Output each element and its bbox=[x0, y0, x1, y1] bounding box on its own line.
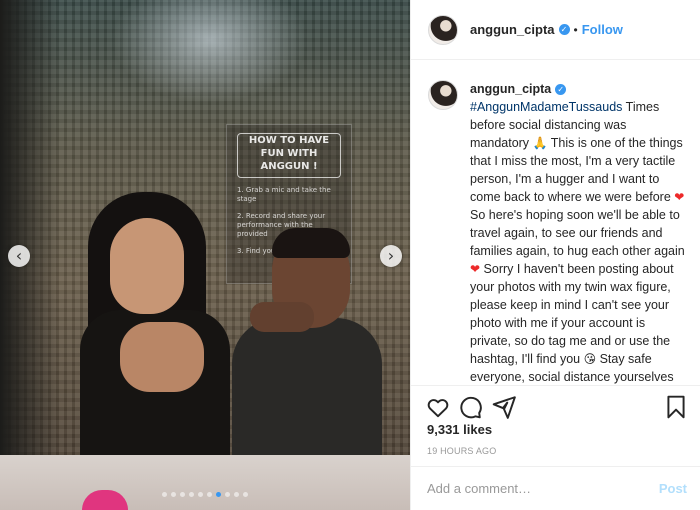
comment-bar: Post bbox=[411, 466, 700, 510]
verified-badge-icon: ✓ bbox=[555, 84, 567, 95]
sign-title: HOW TO HAVE FUN WITH ANGGUN ! bbox=[237, 133, 341, 178]
caption-username[interactable]: anggun_cipta bbox=[470, 82, 551, 96]
comment-button[interactable] bbox=[457, 394, 483, 420]
carousel-dot bbox=[189, 492, 194, 497]
man-body bbox=[232, 318, 382, 458]
verified-badge-icon: ✓ bbox=[558, 24, 570, 35]
comment-input[interactable] bbox=[427, 481, 659, 496]
carousel-dot bbox=[216, 492, 221, 497]
post-header: anggun_cipta ✓ • Follow bbox=[411, 0, 700, 60]
bookmark-icon bbox=[667, 395, 685, 419]
carousel-prev-button[interactable]: ‹ bbox=[8, 245, 30, 267]
carousel-dot bbox=[225, 492, 230, 497]
likes-count[interactable]: 9,331 likes bbox=[427, 422, 492, 437]
header-username[interactable]: anggun_cipta bbox=[470, 22, 555, 37]
wax-figure-face bbox=[110, 218, 184, 314]
caption-hashtag[interactable]: #AnggunMadameTussauds bbox=[470, 100, 622, 114]
share-button[interactable] bbox=[491, 394, 517, 420]
post-timestamp[interactable]: 19 HOURS AGO bbox=[427, 446, 496, 456]
carousel-dots bbox=[0, 492, 410, 497]
heart-outline-icon bbox=[427, 399, 449, 418]
man-hands bbox=[250, 302, 314, 332]
kiss-emoji-icon: 😘 bbox=[583, 352, 597, 366]
carousel-dot bbox=[171, 492, 176, 497]
carousel-dot bbox=[198, 492, 203, 497]
caption-part-4: Sorry I haven't been posting about your … bbox=[470, 262, 674, 366]
wax-figure-hands bbox=[120, 322, 204, 392]
caption-area: anggun_cipta ✓ #AnggunMadameTussauds Time… bbox=[411, 60, 700, 385]
carousel-next-button[interactable]: › bbox=[380, 245, 402, 267]
avatar[interactable] bbox=[428, 14, 458, 45]
heart-emoji-icon: ❤ bbox=[674, 190, 685, 204]
sign-line-1: 1. Grab a mic and take the stage bbox=[237, 186, 331, 203]
man-hair bbox=[272, 228, 350, 258]
carousel-dot bbox=[234, 492, 239, 497]
carousel-dot bbox=[162, 492, 167, 497]
header-separator: • bbox=[573, 22, 578, 37]
post-sidebar: anggun_cipta ✓ • Follow anggun_cipta ✓ #A… bbox=[410, 0, 700, 510]
save-button[interactable] bbox=[663, 394, 689, 420]
caption-part-3: So here's hoping soon we'll be able to t… bbox=[470, 208, 685, 258]
pray-emoji-icon: 🙏 bbox=[532, 136, 548, 150]
photo-counter bbox=[0, 455, 410, 510]
heart-emoji-icon: ❤ bbox=[470, 262, 481, 276]
speech-bubble-icon bbox=[460, 396, 482, 419]
post-comment-button[interactable]: Post bbox=[659, 481, 687, 496]
like-button[interactable] bbox=[425, 394, 451, 420]
carousel-dot bbox=[207, 492, 212, 497]
follow-button[interactable]: Follow bbox=[582, 22, 623, 37]
caption-text: anggun_cipta ✓ #AnggunMadameTussauds Time… bbox=[470, 80, 687, 385]
caption-avatar[interactable] bbox=[428, 80, 458, 110]
carousel-dot bbox=[243, 492, 248, 497]
post-photo[interactable]: HOW TO HAVE FUN WITH ANGGUN ! 1. Grab a … bbox=[0, 0, 410, 510]
carousel-dot bbox=[180, 492, 185, 497]
paper-plane-icon bbox=[492, 396, 516, 419]
